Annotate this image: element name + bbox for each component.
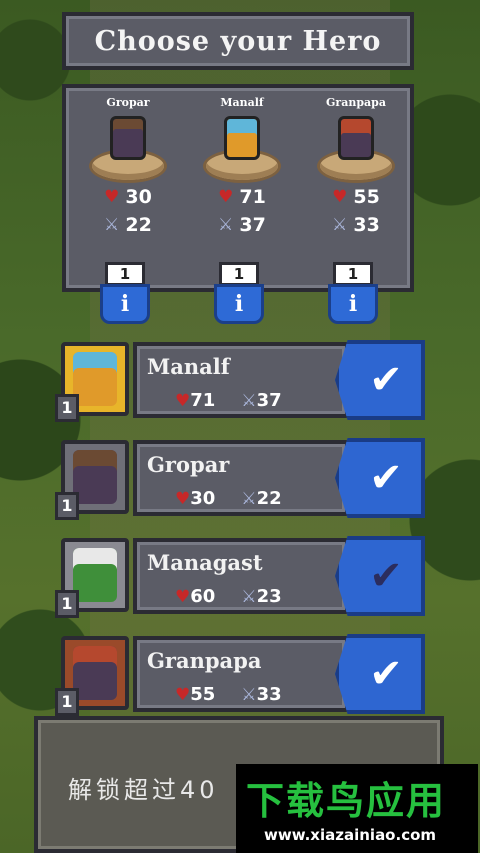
hero-row-manalf[interactable]: 1 Manalf ♥71 ⚔37 ✔ [55,338,425,422]
level-badge: 1 [55,394,79,422]
hero-sprite-granpapa [338,116,374,160]
heart-icon: ♥ [104,187,120,207]
sword-icon: ⚔ [218,215,234,235]
sword-icon: ⚔ [241,489,257,509]
hero-atk: 22 [256,488,282,509]
level-badge: 1 [105,262,145,286]
party-hero-name: Granpapa [326,96,386,109]
party-slot-3-tag[interactable]: 1 i [328,262,378,324]
level-badge: 1 [55,492,79,520]
sword-icon: ⚔ [104,215,120,235]
hero-name: Managast [147,550,263,575]
page-title: Choose your Hero [62,12,414,70]
level-badge: 1 [219,262,259,286]
hero-info-card: Gropar ♥30 ⚔22 [133,440,349,516]
party-slot-2[interactable]: Manalf ♥ 71 ⚔ 37 [192,96,292,236]
heart-icon: ♥ [175,489,191,509]
hero-hp: 71 [190,390,216,411]
hero-row-granpapa[interactable]: 1 Granpapa ♥55 ⚔33 ✔ [55,632,425,716]
party-slot-2-tag[interactable]: 1 i [214,262,264,324]
party-hero-hp: 30 [125,186,152,208]
heart-icon: ♥ [332,187,348,207]
hero-atk: 37 [256,390,282,411]
select-hero-checkbox[interactable]: ✔ [335,536,425,616]
selected-party-panel: Gropar ♥ 30 ⚔ 22 Manalf ♥ 71 ⚔ 37 Granpapa ♥… [62,84,414,292]
party-hero-name: Manalf [220,96,264,109]
check-icon: ✔ [369,651,403,697]
hero-name: Manalf [147,354,230,379]
select-hero-checkbox[interactable]: ✔ [335,634,425,714]
party-slot-1-tag[interactable]: 1 i [100,262,150,324]
hero-hp: 55 [190,684,216,705]
unlock-text: 解锁超过40 [68,776,219,804]
sword-icon: ⚔ [241,685,257,705]
sword-icon: ⚔ [241,587,257,607]
hero-row-gropar[interactable]: 1 Gropar ♥30 ⚔22 ✔ [55,436,425,520]
heart-icon: ♥ [175,391,191,411]
party-hero-hp: 55 [353,186,380,208]
hero-hp: 30 [190,488,216,509]
hero-sprite-manalf [224,116,260,160]
watermark: 下载鸟应用 www.xiazainiao.com [236,764,478,853]
level-badge: 1 [55,688,79,716]
hero-sprite-gropar [110,116,146,160]
check-icon: ✔ [369,455,403,501]
hero-atk: 23 [256,586,282,607]
pedestal [206,114,278,180]
page-title-text: Choose your Hero [94,25,382,57]
hero-hp: 60 [190,586,216,607]
hero-info-card: Manalf ♥71 ⚔37 [133,342,349,418]
level-badge: 1 [333,262,373,286]
select-hero-checkbox[interactable]: ✔ [335,438,425,518]
check-icon: ✔ [369,357,403,403]
party-slot-1[interactable]: Gropar ♥ 30 ⚔ 22 [78,96,178,236]
hero-info-card: Managast ♥60 ⚔23 [133,538,349,614]
info-icon[interactable]: i [100,284,150,324]
sword-icon: ⚔ [241,391,257,411]
party-hero-atk: 22 [125,214,152,236]
info-icon[interactable]: i [328,284,378,324]
hero-atk: 33 [256,684,282,705]
hero-info-card: Granpapa ♥55 ⚔33 [133,636,349,712]
check-icon: ✔ [369,553,403,599]
level-badge: 1 [55,590,79,618]
info-icon[interactable]: i [214,284,264,324]
party-hero-name: Gropar [106,96,150,109]
party-slot-3[interactable]: Granpapa ♥ 55 ⚔ 33 [306,96,406,236]
hero-name: Granpapa [147,648,262,673]
party-hero-atk: 33 [353,214,380,236]
select-hero-checkbox[interactable]: ✔ [335,340,425,420]
watermark-url: www.xiazainiao.com [264,826,437,844]
heart-icon: ♥ [175,587,191,607]
sword-icon: ⚔ [332,215,348,235]
heart-icon: ♥ [218,187,234,207]
party-hero-atk: 37 [239,214,266,236]
hero-row-managast[interactable]: 1 Managast ♥60 ⚔23 ✔ [55,534,425,618]
heart-icon: ♥ [175,685,191,705]
pedestal [320,114,392,180]
pedestal [92,114,164,180]
watermark-brand: 下载鸟应用 [246,779,447,823]
party-hero-hp: 71 [239,186,266,208]
hero-name: Gropar [147,452,230,477]
